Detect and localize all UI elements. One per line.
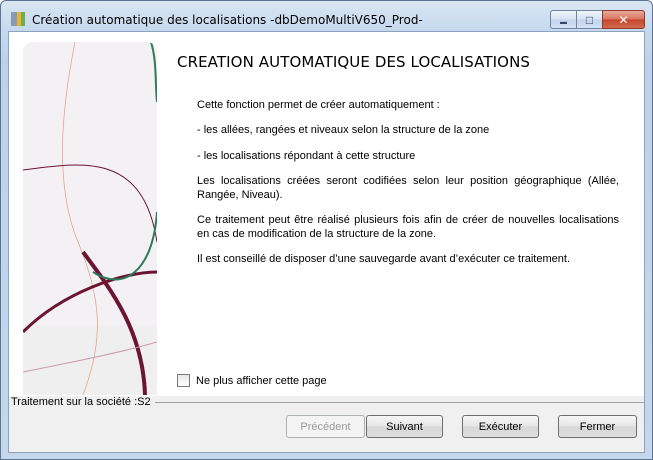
backup-advice-text: Il est conseillé de disposer d’une sauve…: [197, 253, 570, 265]
repeat-text: Ce traitement peut être réalisé plusieur…: [197, 214, 619, 240]
app-icon: [11, 12, 25, 26]
dialog-client-area: CREATION AUTOMATIQUE DES LOCALISATIONS C…: [8, 31, 645, 453]
close-icon: ✕: [618, 12, 629, 27]
page-title: CREATION AUTOMATIQUE DES LOCALISATIONS: [177, 53, 531, 71]
wizard-content-panel: CREATION AUTOMATIQUE DES LOCALISATIONS C…: [9, 32, 644, 396]
application-window: Création automatique des localisations -…: [0, 0, 653, 460]
close-window-button[interactable]: ✕: [602, 10, 645, 29]
minimize-icon: ▬: [560, 18, 567, 26]
next-button[interactable]: Suivant: [366, 415, 443, 438]
window-title: Création automatique des localisations -…: [32, 13, 423, 27]
minimize-button[interactable]: ▬: [550, 10, 576, 29]
title-bar[interactable]: Création automatique des localisations -…: [1, 1, 652, 31]
intro-text: Cette fonction permet de créer automatiq…: [197, 99, 440, 111]
company-separator: Traitement sur la société :S2: [9, 396, 644, 408]
decorative-curves-icon: [23, 42, 157, 395]
dont-show-again-option[interactable]: Ne plus afficher cette page: [177, 374, 327, 387]
dont-show-again-checkbox[interactable]: [177, 374, 190, 387]
coding-text: Les localisations créées seront codifiée…: [197, 175, 619, 201]
company-label: Traitement sur la société :S2: [11, 396, 151, 408]
close-button[interactable]: Fermer: [558, 415, 637, 438]
maximize-button[interactable]: □: [576, 10, 602, 29]
bullet-text-locations: - les localisations répondant à cette st…: [197, 150, 416, 162]
execute-button[interactable]: Exécuter: [462, 415, 539, 438]
separator-line: [155, 402, 644, 403]
window-controls: ▬ □ ✕: [550, 10, 645, 29]
decorative-side-image: [23, 42, 157, 395]
previous-button[interactable]: Précédent: [286, 415, 365, 438]
bullet-text-aisles: - les allées, rangées et niveaux selon l…: [197, 124, 490, 136]
maximize-icon: □: [585, 12, 594, 27]
dont-show-again-label: Ne plus afficher cette page: [196, 374, 327, 387]
